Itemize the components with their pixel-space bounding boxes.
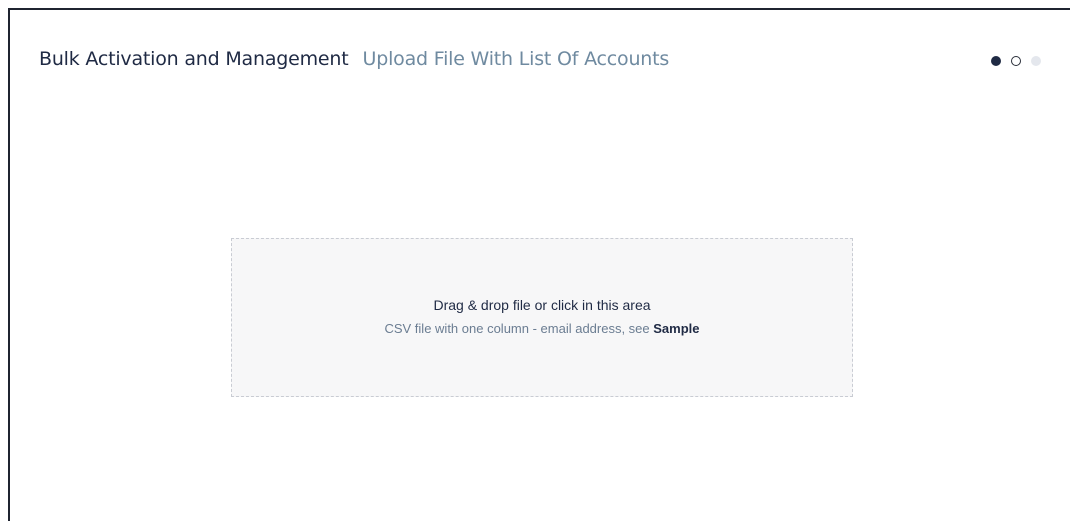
step-indicator	[991, 56, 1041, 66]
step-dot-1-current	[991, 56, 1001, 66]
step-dot-2	[1011, 56, 1021, 66]
dropzone-hint: CSV file with one column - email address…	[232, 321, 852, 336]
page-title: Bulk Activation and Management	[39, 48, 349, 70]
step-dot-3	[1031, 56, 1041, 66]
upload-panel: Bulk Activation and Management Upload Fi…	[8, 8, 1070, 521]
sample-file-link[interactable]: Sample	[653, 321, 699, 336]
dropzone-instruction: Drag & drop file or click in this area	[433, 297, 651, 313]
panel-header: Bulk Activation and Management Upload Fi…	[39, 48, 669, 70]
file-dropzone[interactable]: Drag & drop file or click in this area C…	[231, 238, 853, 397]
page-subtitle: Upload File With List Of Accounts	[362, 48, 670, 70]
dropzone-hint-text: CSV file with one column - email address…	[384, 321, 654, 336]
